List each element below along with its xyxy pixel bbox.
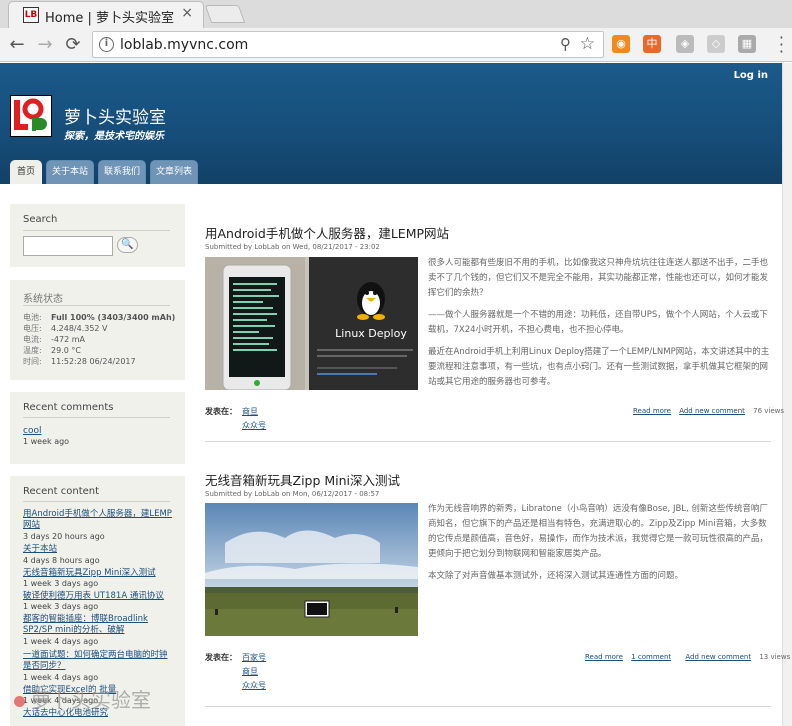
article-paragraph: 最近在Android手机上利用Linux Deploy搭建了一个LEMP/LNM… — [428, 347, 770, 387]
recent-item-ago: 1 week 4 days ago — [23, 637, 99, 646]
article-title[interactable]: 无线音箱新玩具Zipp Mini深入测试 — [205, 470, 400, 489]
shield-ext-icon[interactable]: ◈ — [676, 35, 694, 53]
stat-temperature: 温度: 29.0 °C — [23, 346, 81, 355]
watermark-logo-icon — [14, 696, 25, 707]
article-divider — [205, 441, 771, 442]
browser-menu-icon[interactable]: · · · — [779, 30, 784, 60]
search-title: Search — [23, 214, 58, 225]
taxonomy-label: 发表在： — [205, 653, 237, 662]
article-body: 很多人可能都有些废旧不用的手机，比如像我这只神舟坑坑往往连送人都送不出手，二手也… — [428, 256, 771, 390]
add-comment-link[interactable]: Add new comment — [685, 653, 751, 661]
article-submitted: Submitted by LobLab on Mon, 06/12/2017 -… — [205, 490, 380, 498]
divider — [23, 305, 170, 306]
article-image[interactable] — [205, 503, 418, 636]
recent-comments-title: Recent comments — [23, 402, 114, 413]
tab-title: Home | 萝卜头实验室 — [45, 11, 175, 26]
tab-about[interactable]: 关于本站 — [46, 160, 94, 184]
page-scrollbar[interactable] — [782, 63, 792, 726]
article-body: 作为无线音响界的新秀，Libratone（小鸟音响）远没有像Bose, JBL,… — [428, 502, 771, 584]
view-count: 13 views — [759, 653, 791, 661]
recent-item-ago: 4 days 8 hours ago — [23, 556, 100, 565]
stat-voltage: 电压: 4.248/4.352 V — [23, 324, 108, 333]
recent-item-ago: 1 week 3 days ago — [23, 579, 99, 588]
taxonomy-label: 发表在： — [205, 407, 237, 416]
tag-link[interactable]: 众众号 — [242, 420, 266, 431]
address-bar[interactable]: i loblab.myvnc.com ⚲ ☆ — [92, 31, 604, 58]
divider — [23, 501, 170, 502]
recent-content-title: Recent content — [23, 486, 100, 497]
recent-item-link[interactable]: 破译使利德万用表 UT181A 通讯协议 — [23, 591, 173, 602]
tag-link[interactable]: 百家号 — [242, 652, 266, 663]
article-title[interactable]: 用Android手机做个人服务器，建LEMP网站 — [205, 223, 449, 242]
article-divider — [205, 706, 771, 707]
view-count: 76 views — [753, 407, 785, 415]
read-more-link[interactable]: Read more — [585, 653, 623, 661]
back-icon[interactable]: ← — [6, 34, 28, 56]
stat-current: 电流: -472 mA — [23, 335, 85, 344]
recent-comments-block: Recent comments cool 1 week ago — [10, 392, 185, 464]
article-links: Read more 1 comment Add new comment 13 v… — [579, 653, 790, 661]
article-paragraph: 作为无线音响界的新秀，Libratone（小鸟音响）远没有像Bose, JBL,… — [428, 504, 769, 559]
divider — [23, 230, 170, 231]
comment-link[interactable]: cool — [23, 426, 41, 436]
divider — [23, 417, 170, 418]
search-input[interactable] — [23, 236, 113, 256]
new-tab-button[interactable] — [204, 5, 246, 23]
rss-icon[interactable]: ◉ — [612, 35, 630, 53]
comment-ago: 1 week ago — [23, 437, 70, 446]
pocket-ext-icon[interactable]: ◇ — [707, 35, 725, 53]
url-text[interactable]: loblab.myvnc.com — [120, 37, 248, 53]
tab-articles[interactable]: 文章列表 — [150, 160, 198, 184]
recent-item-link[interactable]: 关于本站 — [23, 544, 173, 555]
recent-item-ago: 1 week 4 days ago — [23, 673, 99, 682]
stat-time: 时间: 11:52:28 06/24/2017 — [23, 357, 136, 366]
article-paragraph: 很多人可能都有些废旧不用的手机，比如像我这只神舟坑坑往往连送人都送不出手，二手也… — [428, 258, 769, 298]
stat-battery: 电池: Full 100% (3403/3400 mAh) — [23, 313, 176, 322]
watermark: 萝卜头实验室 — [14, 684, 151, 713]
recent-item-link[interactable]: 一道面试题：如何确定两台电脑的时钟是否同步？ — [23, 650, 173, 672]
bookmark-star-icon[interactable]: ☆ — [580, 34, 595, 54]
article-links: Read more Add new comment 76 views — [627, 407, 784, 415]
site-logo[interactable] — [10, 95, 52, 137]
site-header: Log in 萝卜头实验室 探索，是技术宅的娱乐 首页 关于本站 联系我们 文章… — [0, 63, 782, 184]
reload-icon[interactable]: ⟳ — [62, 34, 84, 56]
site-info-icon[interactable]: i — [99, 37, 114, 52]
zoom-icon[interactable]: ⚲ — [560, 35, 571, 53]
login-link[interactable]: Log in — [734, 70, 768, 81]
browser-tab[interactable]: LB Home | 萝卜头实验室 × — [8, 1, 204, 28]
browser-tabbar: LB Home | 萝卜头实验室 × — [0, 0, 792, 28]
recent-item-link[interactable]: 都客的智能插座：博联Broadlink SP2/SP mini的分析、破解 — [23, 614, 173, 636]
read-more-link[interactable]: Read more — [633, 407, 671, 415]
recent-item-ago: 1 week 3 days ago — [23, 602, 99, 611]
tab-home[interactable]: 首页 — [10, 160, 42, 184]
tab-contact[interactable]: 联系我们 — [98, 160, 146, 184]
site-name[interactable]: 萝卜头实验室 — [64, 103, 166, 128]
tab-close-icon[interactable]: × — [181, 5, 193, 21]
comment-count-link[interactable]: 1 comment — [631, 653, 671, 661]
tag-link[interactable]: 商旦 — [242, 666, 258, 677]
recent-item-ago: 3 days 20 hours ago — [23, 532, 105, 541]
recent-item-link[interactable]: 无线音箱新玩具Zipp Mini深入测试 — [23, 568, 173, 579]
tag-link[interactable]: 众众号 — [242, 680, 266, 691]
screenshot-ext-icon[interactable]: ▦ — [738, 35, 756, 53]
tag-link[interactable]: 商旦 — [242, 406, 258, 417]
article-submitted: Submitted by LobLab on Wed, 08/21/2017 -… — [205, 243, 380, 251]
image-caption: Linux Deploy — [335, 327, 407, 340]
search-block: Search 🔍 — [10, 204, 185, 267]
article-paragraph: 本文除了对声音做基本测试外，还将深入测试其连通性方面的问题。 — [428, 571, 684, 581]
site-favicon-icon: LB — [23, 7, 39, 23]
status-block: 系统状态 电池: Full 100% (3403/3400 mAh) 电压: 4.2… — [10, 280, 185, 380]
status-title: 系统状态 — [23, 294, 63, 305]
article-image[interactable]: Linux Deploy — [205, 257, 418, 391]
search-button[interactable]: 🔍 — [117, 237, 138, 253]
site-slogan: 探索，是技术宅的娱乐 — [64, 131, 164, 142]
browser-toolbar: ← → ⟳ i loblab.myvnc.com ⚲ ☆ ◉ 中 ◈ ◇ ▦ ·… — [0, 28, 792, 62]
translate-ext-icon[interactable]: 中 — [643, 35, 661, 53]
forward-icon[interactable]: → — [34, 34, 56, 56]
recent-item-link[interactable]: 用Android手机做个人服务器，建LEMP网站 — [23, 509, 173, 531]
article-paragraph: ——做个人服务器就是一个不错的用途：功耗低，还自带UPS，做个个人网站，个人云或… — [428, 310, 768, 335]
add-comment-link[interactable]: Add new comment — [679, 407, 745, 415]
